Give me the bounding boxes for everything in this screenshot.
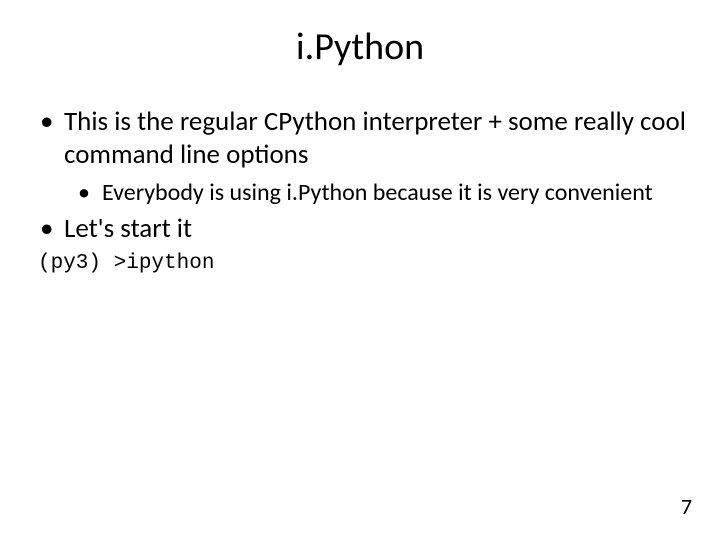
page-number: 7 [681,493,692,520]
slide-content: This is the regular CPython interpreter … [0,106,720,275]
sub-bullet-item: Everybody is using i.Python because it i… [74,178,696,207]
sub-bullet-text: Everybody is using i.Python because it i… [102,178,653,207]
sub-bullet-list: Everybody is using i.Python because it i… [64,178,696,207]
bullet-list: This is the regular CPython interpreter … [36,106,696,246]
bullet-item-2: Let's start it [36,213,696,246]
bullet-text: Let's start it [64,212,192,245]
bullet-item-1: This is the regular CPython interpreter … [36,106,696,207]
slide-title: i.Python [0,24,720,70]
bullet-text: This is the regular CPython interpreter … [64,105,686,171]
code-line: (py3) >ipython [36,252,696,275]
